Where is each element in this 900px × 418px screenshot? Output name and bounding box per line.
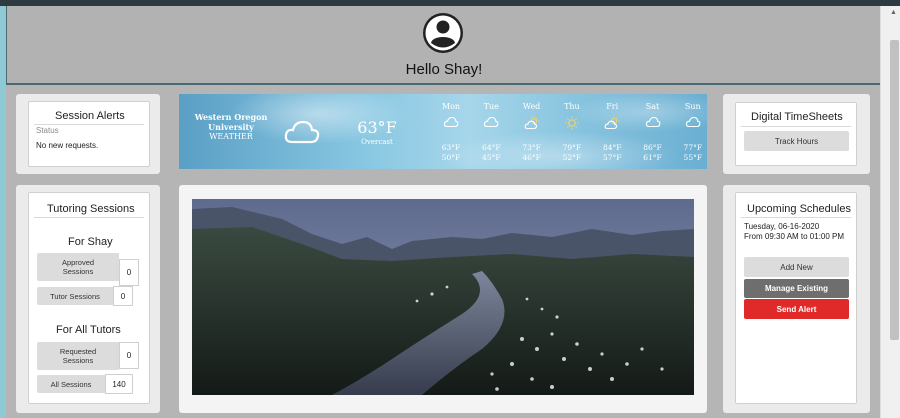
weather-location: Western Oregon University WEATHER: [191, 112, 271, 142]
forecast-high: 84°F: [602, 143, 622, 152]
track-hours-button[interactable]: Track Hours: [744, 131, 849, 151]
forecast-day-name: Tue: [483, 102, 499, 111]
scroll-up-arrow-icon[interactable]: ▲: [890, 9, 897, 16]
forecast-high: 77°F: [683, 143, 703, 152]
requested-sessions-label[interactable]: Requested Sessions: [37, 342, 119, 370]
forecast-high: 86°F: [643, 143, 662, 152]
all-tutors-heading: For All Tutors: [56, 324, 121, 336]
divider: [741, 217, 851, 218]
forecast-day-name: Sun: [684, 102, 701, 111]
tutor-sessions-label[interactable]: Tutor Sessions: [37, 287, 113, 305]
forecast-low: 52°F: [562, 153, 582, 162]
cloud-icon: [284, 120, 320, 144]
all-sessions-label[interactable]: All Sessions: [37, 375, 105, 393]
divider: [34, 124, 144, 125]
page-header: Hello Shay!: [6, 6, 880, 85]
forecast-day-sat: Sat 86°F 61°F: [633, 94, 673, 169]
weather-widget[interactable]: Western Oregon University WEATHER 63°F O…: [179, 94, 707, 169]
forecast-day-wed: Wed 73°F 46°F: [512, 94, 552, 169]
avatar-icon[interactable]: [422, 12, 464, 54]
forecast-day-name: Sat: [645, 102, 660, 111]
current-temperature: 63°F: [357, 118, 397, 137]
location-line-3: WEATHER: [209, 132, 253, 141]
forecast-low: 45°F: [482, 153, 501, 162]
for-user-heading: For Shay: [68, 236, 113, 248]
tutor-sessions-count: 0: [113, 286, 133, 306]
divider: [741, 126, 851, 127]
forecast-day-sun: Sun 77°F 55°F: [673, 94, 707, 169]
dashboard: Hello Shay! Session Alerts Status No new…: [6, 6, 880, 418]
forecast-day-fri: Fri 84°F 57°F: [592, 94, 632, 169]
add-new-button[interactable]: Add New: [744, 257, 849, 277]
forecast-day-tue: Tue 64°F 45°F: [471, 94, 511, 169]
forecast-day-name: Fri: [606, 102, 619, 111]
forecast-day-name: Thu: [564, 102, 580, 111]
tutoring-sessions-title: Tutoring Sessions: [47, 203, 135, 215]
status-label: Status: [36, 126, 59, 135]
approved-sessions-count: 0: [119, 259, 139, 286]
forecast-high: 73°F: [522, 143, 541, 152]
forecast-high: 79°F: [562, 143, 582, 152]
all-sessions-count: 140: [105, 374, 133, 394]
session-alerts-title: Session Alerts: [55, 110, 125, 122]
landscape-photo: [192, 199, 694, 395]
current-condition: Overcast: [361, 138, 393, 146]
forecast-low: 57°F: [602, 153, 622, 162]
alerts-message: No new requests.: [36, 141, 99, 150]
forecast-day-mon: Mon 63°F 50°F: [431, 94, 471, 169]
approved-sessions-label[interactable]: Approved Sessions: [37, 253, 119, 281]
manage-existing-button[interactable]: Manage Existing: [744, 279, 849, 298]
schedule-date: Tuesday, 06-16-2020: [744, 222, 820, 231]
divider: [34, 217, 144, 218]
forecast-day-name: Wed: [522, 102, 541, 111]
scrollbar-thumb[interactable]: [890, 40, 899, 340]
forecast-low: 55°F: [683, 153, 703, 162]
send-alert-button[interactable]: Send Alert: [744, 299, 849, 319]
location-line-2: University: [208, 121, 254, 132]
requested-sessions-count: 0: [119, 342, 139, 369]
schedule-time: From 09:30 AM to 01:00 PM: [744, 232, 845, 241]
forecast-day-name: Mon: [441, 102, 461, 111]
forecast-low: 61°F: [643, 153, 662, 162]
forecast-low: 46°F: [522, 153, 541, 162]
timesheets-title: Digital TimeSheets: [751, 111, 843, 123]
greeting-text: Hello Shay!: [405, 61, 483, 78]
forecast-low: 50°F: [441, 153, 461, 162]
forecast-day-thu: Thu 79°F 52°F: [552, 94, 592, 169]
upcoming-schedules-title: Upcoming Schedules: [747, 203, 851, 215]
forecast-high: 63°F: [441, 143, 461, 152]
forecast-high: 64°F: [482, 143, 501, 152]
